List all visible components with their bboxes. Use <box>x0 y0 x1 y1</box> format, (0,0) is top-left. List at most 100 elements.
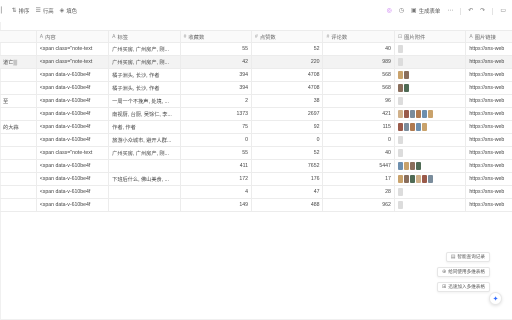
attachments-cell[interactable] <box>395 43 467 55</box>
content-cell[interactable]: <span data-v-610be4f <box>37 69 110 81</box>
tags-cell[interactable] <box>109 186 181 198</box>
comment-icon[interactable]: ▭ <box>500 8 506 14</box>
title-cell[interactable] <box>0 199 37 211</box>
favorites-cell[interactable]: 394 <box>181 82 253 94</box>
attachments-cell[interactable] <box>395 121 467 133</box>
content-cell[interactable]: <span data-v-610be4f <box>37 95 110 107</box>
comments-cell[interactable]: 17 <box>323 173 395 185</box>
likes-cell[interactable]: 38 <box>252 95 324 107</box>
image-thumbnail[interactable] <box>397 45 403 53</box>
tags-cell[interactable]: 广州买房, 广州房产, 刚... <box>109 147 181 159</box>
image-thumbnail[interactable] <box>397 149 403 157</box>
table-row[interactable]: <span data-v-610be4f 下班后什么, 佛山美食, ... 172 1… <box>0 173 512 186</box>
image-thumbnail[interactable] <box>403 84 409 92</box>
ai-sparkle-button[interactable]: ✦ <box>489 292 502 305</box>
image-link-cell[interactable]: https://sns-web <box>466 147 512 159</box>
image-thumbnail[interactable] <box>421 123 427 131</box>
content-cell[interactable]: <span data-v-610be4f <box>37 199 110 211</box>
favorites-cell[interactable]: 394 <box>181 69 253 81</box>
table-row[interactable]: <span data-v-610be4f 橘子洲头, 长沙, 作者 394 4708 5… <box>0 69 512 82</box>
column-header-image-link[interactable]: A 图片链接 <box>466 31 512 42</box>
likes-cell[interactable]: 52 <box>252 147 324 159</box>
attachments-cell[interactable] <box>395 199 467 211</box>
image-thumbnail[interactable] <box>415 175 421 183</box>
title-cell[interactable] <box>0 43 37 55</box>
comments-cell[interactable]: 568 <box>323 82 395 94</box>
attachments-cell[interactable] <box>395 108 467 120</box>
image-thumbnail[interactable] <box>397 110 403 118</box>
title-cell[interactable]: 的大蒜 <box>0 121 37 133</box>
table-row[interactable]: <span class="note-text 广州买房, 广州房产, 刚... 55… <box>0 43 512 56</box>
history-icon[interactable]: ◷ <box>399 8 404 14</box>
image-thumbnail[interactable] <box>397 58 403 66</box>
ai-assistant-icon[interactable]: ◎ <box>387 8 392 14</box>
likes-cell[interactable]: 2697 <box>252 108 324 120</box>
likes-cell[interactable]: 47 <box>252 186 324 198</box>
favorites-cell[interactable]: 55 <box>181 43 253 55</box>
content-cell[interactable]: <span data-v-610be4f <box>37 108 110 120</box>
join-multi-table-button[interactable]: ⊞ 迅速加入多维表格 <box>437 282 490 292</box>
image-thumbnail[interactable] <box>421 110 427 118</box>
title-cell[interactable] <box>0 147 37 159</box>
title-cell[interactable]: 道亡▒ <box>0 56 37 68</box>
content-cell[interactable]: <span data-v-610be4f <box>37 186 110 198</box>
image-thumbnail[interactable] <box>403 162 409 170</box>
tags-cell[interactable]: 旅游小众城市, 避开人群... <box>109 134 181 146</box>
smart-query-record-button[interactable]: ▤ 智能查询记录 <box>445 252 490 262</box>
tags-cell[interactable]: 南视厨, 台厨, 吴馀仁, 李... <box>109 108 181 120</box>
image-link-cell[interactable]: https://sns-web <box>466 56 512 68</box>
favorites-cell[interactable]: 0 <box>181 134 253 146</box>
image-link-cell[interactable]: https://sns-web <box>466 160 512 172</box>
title-cell[interactable] <box>0 108 37 120</box>
image-thumbnail[interactable] <box>415 123 421 131</box>
likes-cell[interactable]: 176 <box>252 173 324 185</box>
image-thumbnail[interactable] <box>397 201 403 209</box>
favorites-cell[interactable]: 55 <box>181 147 253 159</box>
attachments-cell[interactable] <box>395 173 467 185</box>
column-header-comments[interactable]: # 评论数 <box>323 31 395 42</box>
tags-cell[interactable]: 作者, 作者 <box>109 121 181 133</box>
attachments-cell[interactable] <box>395 95 467 107</box>
table-row[interactable]: <span data-v-610be4f 149 488 962 https://sns… <box>0 199 512 212</box>
content-cell[interactable]: <span data-v-610be4f <box>37 160 110 172</box>
content-cell[interactable]: <span data-v-610be4f <box>37 173 110 185</box>
title-cell[interactable] <box>0 173 37 185</box>
image-thumbnail[interactable] <box>409 110 415 118</box>
favorites-cell[interactable]: 2 <box>181 95 253 107</box>
favorites-cell[interactable]: 4 <box>181 186 253 198</box>
image-thumbnail[interactable] <box>403 175 409 183</box>
title-cell[interactable]: 至 <box>0 95 37 107</box>
column-header-tags[interactable]: A 标签 <box>109 31 181 42</box>
image-link-cell[interactable]: https://sns-web <box>466 108 512 120</box>
content-cell[interactable]: <span class="note-text <box>37 147 110 159</box>
favorites-cell[interactable]: 172 <box>181 173 253 185</box>
attachments-cell[interactable] <box>395 147 467 159</box>
image-link-cell[interactable]: https://sns-web <box>466 82 512 94</box>
likes-cell[interactable]: 52 <box>252 43 324 55</box>
favorites-cell[interactable]: 75 <box>181 121 253 133</box>
image-thumbnail[interactable] <box>415 110 421 118</box>
image-thumbnail[interactable] <box>397 175 403 183</box>
tags-cell[interactable]: 一周一个不挽声, 处境, ... <box>109 95 181 107</box>
image-thumbnail[interactable] <box>415 162 421 170</box>
tags-cell[interactable] <box>109 160 181 172</box>
column-header-title[interactable] <box>0 31 37 42</box>
image-thumbnail[interactable] <box>409 175 415 183</box>
tags-cell[interactable]: 橘子洲头, 长沙, 作者 <box>109 69 181 81</box>
row-height-button[interactable]: ☰ 行高 <box>35 7 53 15</box>
likes-cell[interactable]: 92 <box>252 121 324 133</box>
image-thumbnail[interactable] <box>397 162 403 170</box>
image-thumbnail[interactable] <box>397 188 403 196</box>
table-row[interactable]: <span data-v-610be4f 旅游小众城市, 避开人群... 0 0 0 ht… <box>0 134 512 147</box>
comments-cell[interactable]: 40 <box>323 147 395 159</box>
image-thumbnail[interactable] <box>421 175 427 183</box>
image-link-cell[interactable]: https://sns-web <box>466 69 512 81</box>
comments-cell[interactable]: 96 <box>323 95 395 107</box>
likes-cell[interactable]: 4708 <box>252 69 324 81</box>
likes-cell[interactable]: 4708 <box>252 82 324 94</box>
favorites-cell[interactable]: 411 <box>181 160 253 172</box>
image-thumbnail[interactable] <box>409 162 415 170</box>
redo-icon[interactable]: ↷ <box>480 8 485 14</box>
table-row[interactable]: 至 <span data-v-610be4f 一周一个不挽声, 处境, ... 2 38… <box>0 95 512 108</box>
title-cell[interactable] <box>0 69 37 81</box>
